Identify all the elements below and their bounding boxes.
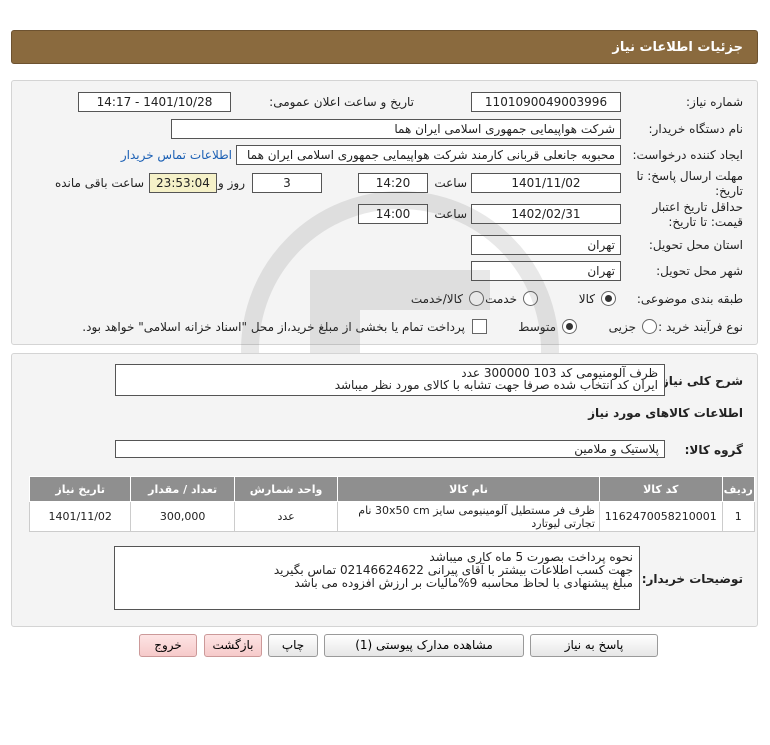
page-title: جزئیات اطلاعات نیاز	[612, 40, 743, 55]
goods-table: ردیف کد کالا نام کالا واحد شمارش تعداد /…	[28, 476, 756, 532]
need-number-field: 1101090049003996	[471, 92, 621, 112]
announce-datetime-field: 1401/10/28 - 14:17	[78, 92, 231, 112]
reply-deadline-time: 14:20	[358, 173, 428, 193]
print-button[interactable]: چاپ	[268, 634, 318, 657]
buyer-notes-label: توضیحات خریدار:	[641, 572, 743, 586]
announce-datetime-label: تاریخ و ساعت اعلان عمومی:	[269, 95, 414, 109]
delivery-province-label: استان محل تحویل:	[648, 238, 743, 252]
remaining-time-field: 23:53:04	[149, 173, 217, 193]
process-minor-radio[interactable]	[642, 319, 657, 334]
reply-time-label: ساعت	[434, 176, 467, 190]
buyer-org-label: نام دستگاه خریدار:	[648, 122, 744, 136]
purchase-process-label: نوع فرآیند خرید :	[658, 320, 743, 334]
general-description-label: شرح کلی نیاز:	[657, 374, 743, 388]
col-date: تاریخ نیاز	[28, 476, 132, 502]
process-medium-radio[interactable]	[562, 319, 577, 334]
exit-button[interactable]: خروج	[139, 634, 197, 657]
category-goods-label: کالا	[578, 292, 595, 306]
category-label: طبقه بندی موضوعی:	[636, 292, 743, 306]
reply-button[interactable]: پاسخ به نیاز	[530, 634, 658, 657]
reply-deadline-label-line1: مهلت ارسال پاسخ: تا	[636, 169, 743, 183]
price-validity-date: 1402/02/31	[471, 204, 621, 224]
col-row: ردیف	[721, 476, 756, 502]
reply-deadline-date: 1401/11/02	[471, 173, 621, 193]
category-goods-service-label: کالا/خدمت	[410, 292, 463, 306]
delivery-city-field: تهران	[471, 261, 621, 281]
treasury-payment-checkbox[interactable]	[472, 319, 487, 334]
price-validity-label-line2: قیمت: تا تاریخ:	[668, 215, 743, 229]
category-goods-radio[interactable]	[601, 291, 616, 306]
reply-deadline-label: مهلت ارسال پاسخ: تا تاریخ:	[636, 169, 743, 199]
remaining-time-label: ساعت باقی مانده	[54, 176, 144, 190]
remaining-days-field: 3	[252, 173, 322, 193]
page-header: جزئیات اطلاعات نیاز	[11, 30, 758, 64]
need-info-panel: شماره نیاز: 1101090049003996 تاریخ و ساع…	[11, 80, 758, 345]
cell-row: 1	[721, 501, 756, 532]
validity-time-label: ساعت	[434, 207, 467, 221]
reply-deadline-label-line2: تاریخ:	[715, 184, 743, 198]
goods-info-title: اطلاعات کالاهای مورد نیاز	[588, 406, 743, 420]
cell-date: 1401/11/02	[28, 501, 132, 532]
goods-group-field: پلاستیک و ملامین	[115, 440, 665, 458]
col-name: نام کالا	[337, 476, 600, 502]
process-medium-label: متوسط	[518, 320, 556, 334]
days-label: روز و	[218, 176, 245, 190]
col-code: کد کالا	[598, 476, 723, 502]
back-button[interactable]: بازگشت	[204, 634, 262, 657]
goods-panel: شرح کلی نیاز: ظرف آلومنیومی کد 103 30000…	[11, 353, 758, 627]
col-unit: واحد شمارش	[233, 476, 339, 502]
delivery-city-label: شهر محل تحویل:	[656, 264, 743, 278]
treasury-payment-note: پرداخت تمام یا بخشی از مبلغ خرید،از محل …	[82, 320, 465, 334]
goods-table-header: ردیف کد کالا نام کالا واحد شمارش تعداد /…	[28, 476, 756, 502]
requester-label: ایجاد کننده درخواست:	[632, 148, 743, 162]
category-service-radio[interactable]	[523, 291, 538, 306]
buyer-org-field: شرکت هواپیمایی جمهوری اسلامی ایران هما	[171, 119, 621, 139]
cell-unit: عدد	[233, 501, 339, 532]
price-validity-label-line1: حداقل تاریخ اعتبار	[652, 200, 743, 214]
cell-code: 1162470058210001	[598, 501, 723, 532]
cell-name: ظرف فر مستطیل آلومینیومی سایز 30x50 cm ن…	[337, 501, 600, 532]
buyer-contact-link[interactable]: اطلاعات تماس خریدار	[121, 148, 232, 162]
requester-field: محبوبه جانعلی قربانی کارمند شرکت هواپیما…	[236, 145, 621, 165]
category-goods-service-radio[interactable]	[469, 291, 484, 306]
table-row: 1 1162470058210001 ظرف فر مستطیل آلومینی…	[28, 501, 756, 532]
cell-qty: 300,000	[130, 501, 235, 532]
need-number-label: شماره نیاز:	[686, 95, 743, 109]
goods-group-label: گروه کالا:	[684, 443, 743, 457]
general-description-box: ظرف آلومنیومی کد 103 300000 عدد ایران کد…	[115, 364, 665, 396]
process-minor-label: جزیی	[608, 320, 636, 334]
category-service-label: خدمت	[485, 292, 517, 306]
delivery-province-field: تهران	[471, 235, 621, 255]
buyer-notes-box: نحوه پرداخت بصورت 5 ماه کاری میباشد جهت …	[114, 546, 640, 610]
price-validity-label: حداقل تاریخ اعتبار قیمت: تا تاریخ:	[652, 200, 743, 230]
price-validity-time: 14:00	[358, 204, 428, 224]
view-documents-button[interactable]: مشاهده مدارک پیوستی (1)	[324, 634, 524, 657]
col-qty: تعداد / مقدار	[130, 476, 235, 502]
